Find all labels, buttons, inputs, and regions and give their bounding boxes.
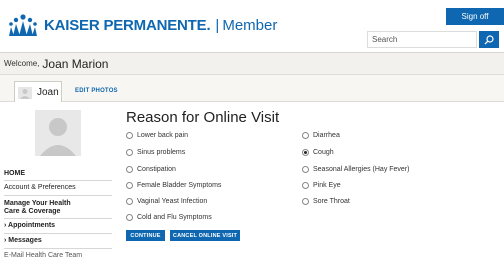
option-cough[interactable]: Cough	[302, 149, 334, 156]
site-header: KAISER PERMANENTE. | Member Sign off Sea…	[0, 0, 504, 52]
option-label: Seasonal Allergies (Hay Fever)	[313, 166, 410, 173]
avatar-icon	[18, 86, 32, 99]
brand-section: Member	[222, 16, 278, 34]
sidebar: HOME Account & Preferences Manage Your H…	[0, 102, 114, 265]
option-sinus-problems[interactable]: Sinus problems	[126, 149, 185, 156]
option-lower-back-pain[interactable]: Lower back pain	[126, 132, 188, 139]
sidebar-item-email-team[interactable]: E-Mail Health Care Team	[4, 252, 114, 259]
welcome-bar: Welcome, Joan Marion	[0, 52, 504, 74]
option-label: Lower back pain	[137, 132, 188, 139]
sidebar-section-manage: Manage Your Health	[4, 200, 71, 207]
option-constipation[interactable]: Constipation	[126, 166, 176, 173]
tab-joan[interactable]: Joan	[14, 81, 62, 103]
kp-people-logo-icon	[9, 14, 37, 36]
search-icon	[484, 34, 494, 44]
radio-button[interactable]	[126, 198, 133, 205]
option-label: Cold and Flu Symptoms	[137, 214, 212, 221]
sidebar-item-appointments[interactable]: › Appointments	[4, 222, 114, 229]
sidebar-item-messages[interactable]: › Messages	[4, 237, 114, 244]
option-label: Sore Throat	[313, 198, 350, 205]
radio-button[interactable]	[126, 166, 133, 173]
sidebar-item-home[interactable]: HOME	[4, 170, 114, 177]
member-tab-bar: Joan EDIT PHOTOS	[0, 74, 504, 103]
sidebar-divider	[4, 218, 112, 219]
option-cold-flu[interactable]: Cold and Flu Symptoms	[126, 214, 212, 221]
search-button[interactable]	[479, 31, 499, 48]
option-label: Vaginal Yeast Infection	[137, 198, 208, 205]
visit-reason-form: Reason for Online Visit Lower back pain …	[126, 102, 504, 265]
sidebar-item-account[interactable]: Account & Preferences	[4, 184, 114, 191]
option-label: Cough	[313, 149, 334, 156]
brand-name: KAISER PERMANENTE.	[44, 16, 211, 34]
sign-off-button[interactable]: Sign off	[446, 8, 504, 25]
search-input[interactable]: Search	[367, 31, 477, 48]
option-vaginal-yeast[interactable]: Vaginal Yeast Infection	[126, 198, 207, 205]
sidebar-divider	[4, 233, 112, 234]
radio-button[interactable]	[302, 198, 309, 205]
option-female-bladder[interactable]: Female Bladder Symptoms	[126, 182, 221, 189]
tab-label: Joan	[37, 87, 59, 98]
avatar-silhouette-icon	[35, 110, 81, 156]
sidebar-section-manage-line2: Care & Coverage	[4, 208, 61, 215]
sidebar-divider	[4, 248, 112, 249]
option-label: Constipation	[137, 166, 176, 173]
radio-button[interactable]	[302, 166, 309, 173]
profile-photo	[35, 110, 81, 156]
edit-photos-link[interactable]: EDIT PHOTOS	[75, 88, 118, 94]
radio-button[interactable]	[126, 182, 133, 189]
page-title: Reason for Online Visit	[126, 109, 280, 126]
member-name: Joan Marion	[42, 56, 109, 71]
radio-button[interactable]	[126, 214, 133, 221]
radio-button[interactable]	[302, 132, 309, 139]
option-label: Diarrhea	[313, 132, 340, 139]
content-area: HOME Account & Preferences Manage Your H…	[0, 102, 504, 265]
option-pink-eye[interactable]: Pink Eye	[302, 182, 341, 189]
option-diarrhea[interactable]: Diarrhea	[302, 132, 340, 139]
radio-button-selected[interactable]	[302, 149, 309, 156]
option-seasonal-allergies[interactable]: Seasonal Allergies (Hay Fever)	[302, 166, 410, 173]
sidebar-divider	[4, 180, 112, 181]
option-sore-throat[interactable]: Sore Throat	[302, 198, 350, 205]
sidebar-divider	[4, 195, 112, 196]
option-label: Pink Eye	[313, 182, 341, 189]
kaiser-logo[interactable]: KAISER PERMANENTE. | Member	[8, 14, 277, 36]
radio-button[interactable]	[126, 132, 133, 139]
cancel-online-visit-button[interactable]: CANCEL ONLINE VISIT	[170, 230, 240, 241]
continue-button[interactable]: CONTINUE	[126, 230, 165, 241]
brand-separator: |	[215, 16, 220, 34]
option-label: Sinus problems	[137, 149, 186, 156]
radio-button[interactable]	[126, 149, 133, 156]
radio-button[interactable]	[302, 182, 309, 189]
option-label: Female Bladder Symptoms	[137, 182, 222, 189]
welcome-label: Welcome,	[4, 59, 40, 68]
